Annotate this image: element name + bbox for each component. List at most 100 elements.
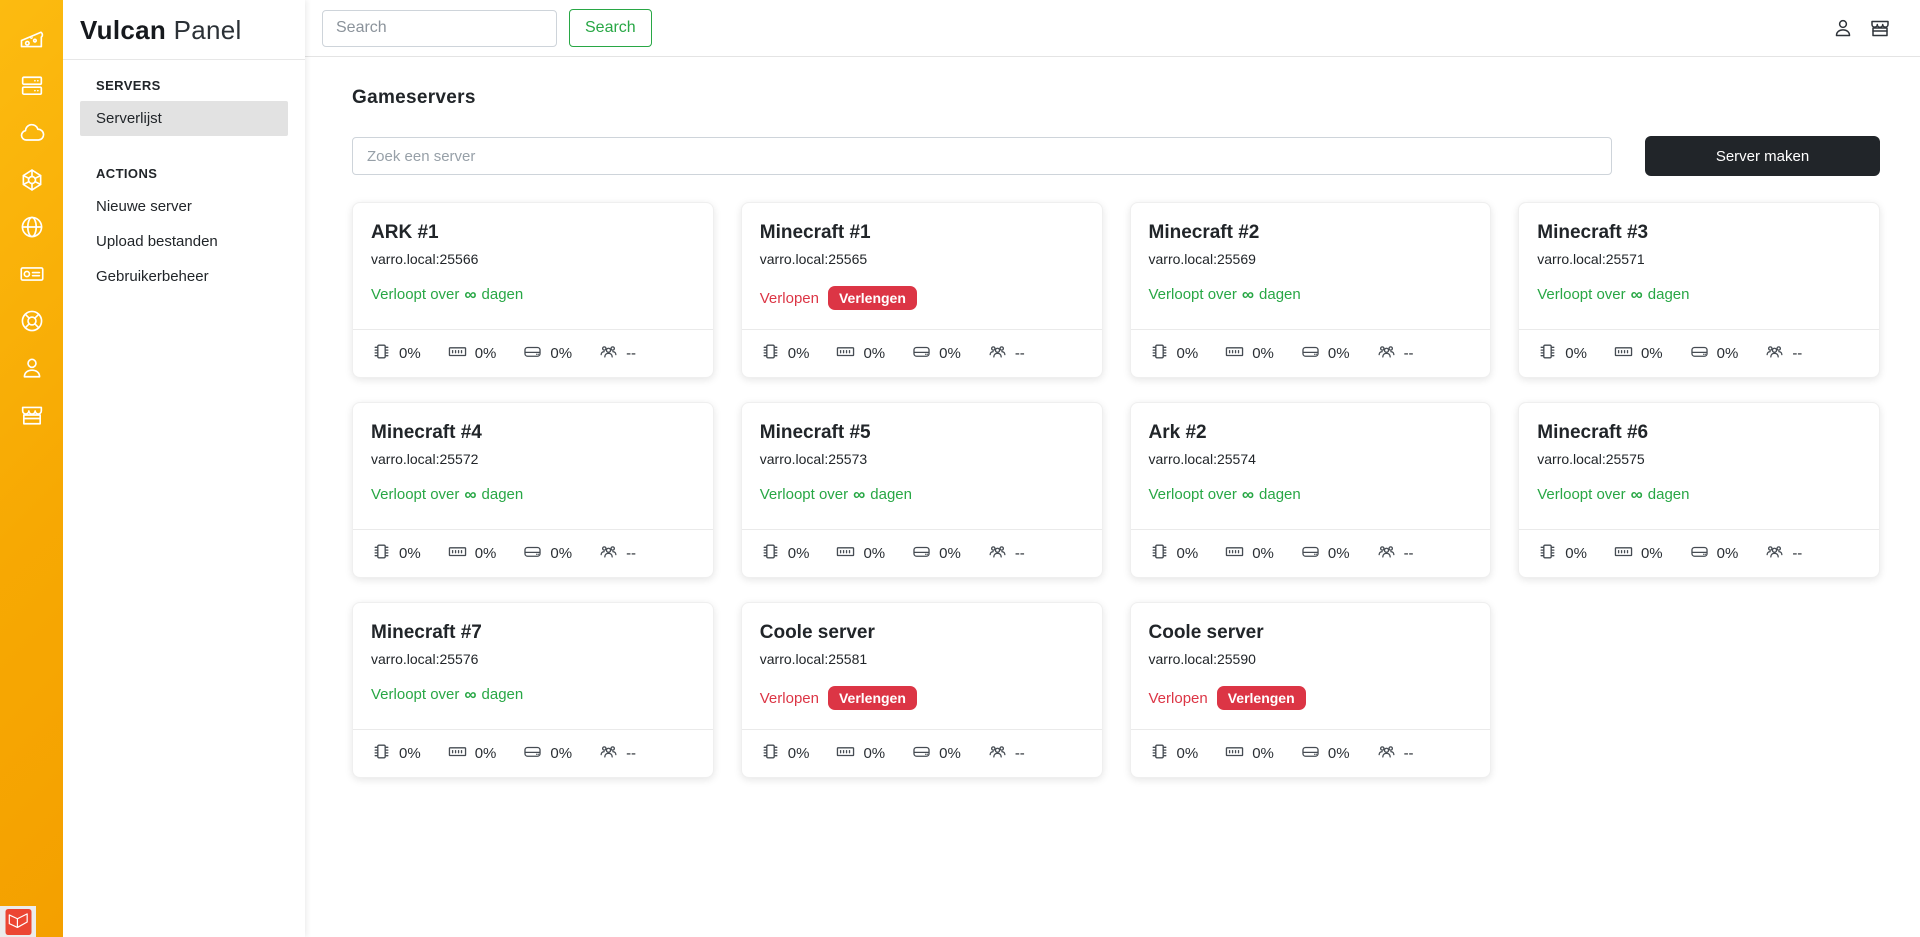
stat-players: -- [987,741,1025,766]
support-chip-icon[interactable] [18,307,46,335]
stat-memory-value: 0% [1252,545,1274,562]
renew-button[interactable]: Verlengen [828,286,917,310]
server-status: Verloopt over∞dagen [1149,486,1473,503]
memory-icon [447,341,468,366]
players-icon [1764,541,1785,566]
stat-memory-value: 0% [1252,745,1274,762]
status-prefix: Verloopt over [1149,286,1237,303]
stat-players: -- [1376,341,1414,366]
sidebar-item-nieuwe-server[interactable]: Nieuwe server [80,189,288,224]
topbar-store-icon[interactable] [1868,16,1892,40]
stat-disk-value: 0% [1328,345,1350,362]
laravel-logo-chip [0,906,36,937]
server-card-body: Minecraft #2 varro.local:25569 Verloopt … [1131,203,1491,329]
create-server-button[interactable]: Server maken [1645,136,1880,176]
server-card-footer: 0% 0% 0% -- [353,729,713,777]
sidebar-item-upload-bestanden[interactable]: Upload bestanden [80,224,288,259]
user-icon[interactable] [18,354,46,382]
renew-button[interactable]: Verlengen [1217,686,1306,710]
status-prefix: Verloopt over [371,486,459,503]
players-icon [1764,341,1785,366]
status-active-text: Verloopt over∞dagen [371,486,523,503]
stat-cpu-value: 0% [1177,345,1199,362]
server-card[interactable]: Minecraft #7 varro.local:25576 Verloopt … [352,602,714,778]
server-card[interactable]: Minecraft #1 varro.local:25565 VerlopenV… [741,202,1103,378]
stat-memory: 0% [835,741,885,766]
disk-icon [1300,341,1321,366]
server-status: Verloopt over∞dagen [371,686,695,703]
status-suffix: dagen [482,486,524,503]
server-card[interactable]: Minecraft #2 varro.local:25569 Verloopt … [1130,202,1492,378]
memory-icon [1224,541,1245,566]
server-card-footer: 0% 0% 0% -- [742,729,1102,777]
players-icon [987,741,1008,766]
server-address: varro.local:25575 [1537,451,1861,467]
stat-disk: 0% [522,541,572,566]
server-card[interactable]: Minecraft #6 varro.local:25575 Verloopt … [1518,402,1880,578]
cpu-icon [1537,341,1558,366]
cpu-icon [1149,341,1170,366]
globe-icon[interactable] [18,213,46,241]
server-card[interactable]: ARK #1 varro.local:25566 Verloopt over∞d… [352,202,714,378]
stat-cpu-value: 0% [399,345,421,362]
memory-icon [1613,541,1634,566]
disk-icon [1300,741,1321,766]
stat-disk-value: 0% [1717,345,1739,362]
topbar: Search [305,0,1920,57]
server-card[interactable]: Coole server varro.local:25581 VerlopenV… [741,602,1103,778]
cpu-icon [1149,741,1170,766]
server-grid: ARK #1 varro.local:25566 Verloopt over∞d… [352,202,1880,808]
server-filter-input[interactable] [352,137,1612,175]
status-prefix: Verloopt over [371,286,459,303]
stat-disk-value: 0% [1328,545,1350,562]
server-name: Minecraft #4 [371,422,695,444]
status-active-text: Verloopt over ∞ dagen [760,486,912,503]
server-address: varro.local:25573 [760,451,1084,467]
stat-disk-value: 0% [939,345,961,362]
cheese-icon[interactable] [18,25,46,53]
server-address: varro.local:25572 [371,451,695,467]
topbar-user-icon[interactable] [1831,16,1855,40]
status-prefix: Verloopt over [1149,486,1237,503]
search-input[interactable] [322,10,557,47]
server-rack-icon[interactable] [18,72,46,100]
stat-disk: 0% [911,741,961,766]
status-suffix: dagen [482,286,524,303]
stat-cpu-value: 0% [1565,345,1587,362]
stat-disk: 0% [522,741,572,766]
sidebar-item-gebruikerbeheer[interactable]: Gebruikerbeheer [80,259,288,294]
sidebar-section-servers: SERVERS [80,78,288,93]
stat-cpu: 0% [1537,341,1587,366]
server-status: VerlopenVerlengen [1149,686,1473,710]
stat-disk-value: 0% [1328,745,1350,762]
server-card-body: Minecraft #6 varro.local:25575 Verloopt … [1519,403,1879,529]
infinity-icon: ∞ [853,486,865,503]
stat-memory: 0% [1613,541,1663,566]
search-button[interactable]: Search [569,9,652,47]
renew-button[interactable]: Verlengen [828,686,917,710]
stat-cpu: 0% [371,341,421,366]
cpu-icon [371,541,392,566]
status-suffix: dagen [870,486,912,503]
stat-players: -- [1764,541,1802,566]
cloud-icon[interactable] [18,119,46,147]
billing-check-icon[interactable] [18,260,46,288]
server-card-body: ARK #1 varro.local:25566 Verloopt over∞d… [353,203,713,329]
stat-disk-value: 0% [550,745,572,762]
server-card[interactable]: Minecraft #5 varro.local:25573 Verloopt … [741,402,1103,578]
stat-players-value: -- [1404,345,1414,362]
server-card[interactable]: Coole server varro.local:25590 VerlopenV… [1130,602,1492,778]
sidebar-item-serverlijst[interactable]: Serverlijst [80,101,288,136]
infinity-icon: ∞ [464,686,476,703]
server-card[interactable]: Minecraft #3 varro.local:25571 Verloopt … [1518,202,1880,378]
server-name: Minecraft #3 [1537,222,1861,244]
stat-memory: 0% [835,341,885,366]
store-icon[interactable] [18,401,46,429]
status-prefix: Verloopt over [1537,286,1625,303]
stat-disk: 0% [1300,341,1350,366]
status-suffix: dagen [482,686,524,703]
server-card[interactable]: Minecraft #4 varro.local:25572 Verloopt … [352,402,714,578]
status-prefix: Verloopt over [760,486,848,503]
network-web-icon[interactable] [18,166,46,194]
server-card[interactable]: Ark #2 varro.local:25574 Verloopt over∞d… [1130,402,1492,578]
